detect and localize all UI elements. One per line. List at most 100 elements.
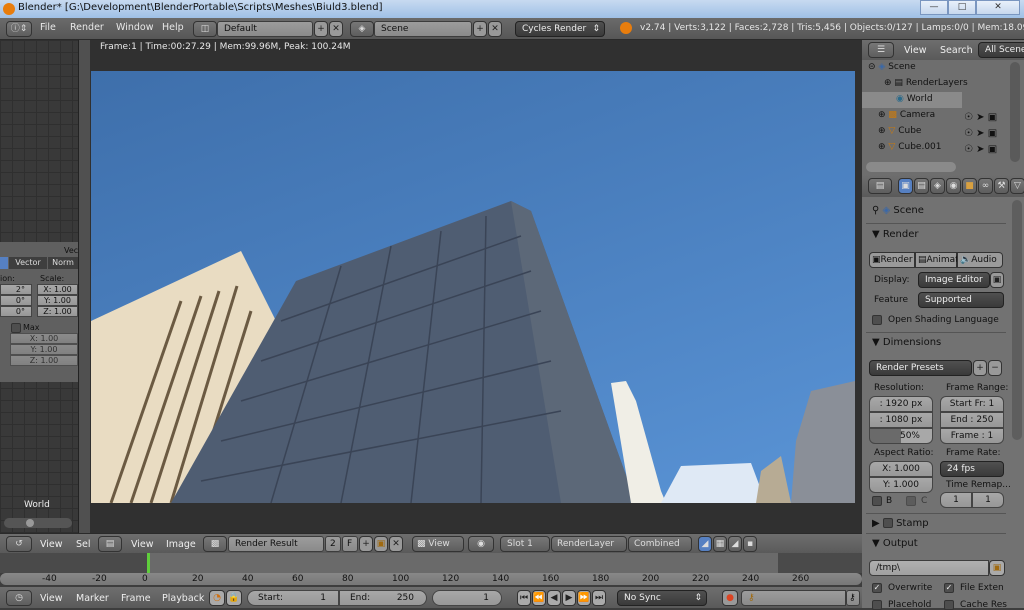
render-pass-dropdown[interactable]: Combined [628, 536, 692, 552]
node-editor-scrollbar[interactable] [78, 40, 90, 533]
draw-image-alpha-button[interactable]: ◢ [698, 536, 712, 552]
tab-data-icon[interactable]: ▽ [1010, 178, 1024, 194]
scale-z-field[interactable]: Z: 1.00 [37, 306, 78, 317]
timeline-menu-marker[interactable]: Marker [76, 593, 109, 604]
add-screen-button[interactable]: + [314, 21, 328, 37]
stamp-checkbox[interactable] [882, 518, 893, 528]
play-button[interactable]: ▶ [562, 590, 576, 606]
tab-scene-icon[interactable]: ◈ [930, 178, 945, 194]
pivot-dropdown[interactable]: ◉ [468, 536, 494, 552]
keying-set-insert-button[interactable]: ⚷ [846, 590, 860, 606]
outliner-menu-view[interactable]: View [904, 45, 927, 56]
draw-zbuffer-button[interactable]: ◢ [728, 536, 742, 552]
scene-icon-button[interactable]: ◈ [350, 21, 374, 37]
select-arrow-icon[interactable]: ➤ [976, 128, 984, 139]
max-z-field[interactable]: Z: 1.00 [10, 355, 78, 366]
select-arrow-icon[interactable]: ➤ [976, 144, 984, 155]
node-zoom-slider[interactable] [4, 518, 72, 528]
audio-button[interactable]: 🔈Audio [957, 252, 1003, 268]
start-frame-field[interactable]: Start: 1 [247, 590, 339, 606]
keying-set-field[interactable]: ⚷ [741, 590, 846, 606]
render-camera-icon[interactable]: ▣ [988, 144, 997, 155]
editor-type-info-button[interactable]: ⓘ⇕ [6, 21, 32, 37]
unlink-image-button[interactable]: ✕ [389, 536, 403, 552]
placeholders-checkbox[interactable] [872, 600, 882, 610]
play-reverse-button[interactable]: ◀ [547, 590, 561, 606]
feature-set-dropdown[interactable]: Supported [918, 292, 1004, 308]
tab-object-icon[interactable]: ■ [962, 178, 977, 194]
close-button[interactable]: ✕ [976, 0, 1020, 15]
tab-modifiers-icon[interactable]: ⚒ [994, 178, 1009, 194]
time-remap-old-field[interactable]: 1 [940, 492, 972, 508]
timeline-menu-playback[interactable]: Playback [162, 593, 204, 604]
maximize-button[interactable]: □ [948, 0, 976, 15]
timeline-scrollbar[interactable] [0, 573, 862, 585]
image-users-count[interactable]: 2 [325, 536, 341, 552]
image-name-field[interactable]: Render Result [228, 536, 324, 552]
render-button[interactable]: ▣Render [869, 252, 915, 268]
outliner-item-world[interactable]: ◉ World [896, 94, 933, 110]
add-preset-button[interactable]: + [973, 360, 987, 376]
preview-range-button[interactable]: ◔ [209, 590, 225, 606]
animation-button[interactable]: ▤Animat [915, 252, 959, 268]
jump-next-keyframe-button[interactable]: ⏩ [577, 590, 591, 606]
output-path-field[interactable]: /tmp\ [869, 560, 989, 576]
cache-result-checkbox[interactable] [944, 600, 954, 610]
border-checkbox[interactable] [872, 496, 882, 506]
outliner-type-button[interactable]: ☰ [868, 42, 894, 58]
node-tab-active[interactable] [0, 257, 8, 269]
view-mode-dropdown[interactable]: ▩ View [412, 536, 464, 552]
render-panel-header[interactable]: ▼ Render [872, 229, 919, 240]
expand-icon[interactable]: ⊕ [884, 78, 892, 88]
outliner-item-cube[interactable]: ⊕ ▽ Cube [878, 126, 921, 142]
select-arrow-icon[interactable]: ➤ [976, 112, 984, 123]
outliner-item-camera[interactable]: ⊕ ▩ Camera [878, 110, 935, 126]
scene-field[interactable]: Scene [374, 21, 472, 37]
menu-render[interactable]: Render [70, 22, 104, 33]
rotation-z-field[interactable]: 0° [0, 306, 32, 317]
rotation-x-field[interactable]: 2° [0, 284, 32, 295]
delete-screen-button[interactable]: ✕ [329, 21, 343, 37]
timeline-editor-type-button[interactable]: ◷ [6, 590, 32, 606]
jump-start-button[interactable]: ⏮ [517, 590, 531, 606]
screen-layout-icon-button[interactable]: ◫ [193, 21, 217, 37]
render-presets-dropdown[interactable]: Render Presets [869, 360, 972, 376]
visibility-eye-icon[interactable]: ☉ [964, 144, 973, 155]
properties-type-button[interactable]: ▤ [868, 178, 892, 194]
frame-end-field[interactable]: End : 250 [940, 412, 1004, 428]
image-editor-type-button[interactable]: ▤ [98, 536, 122, 552]
image-menu-view[interactable]: View [131, 539, 154, 550]
scale-x-field[interactable]: X: 1.00 [37, 284, 78, 295]
node-zoom-slider-handle[interactable] [26, 519, 34, 527]
browse-output-button[interactable]: ▣ [989, 560, 1005, 576]
aspect-x-field[interactable]: X: 1.000 [869, 461, 933, 477]
draw-checker-button[interactable]: ▦ [713, 536, 727, 552]
screen-layout-field[interactable]: Default [217, 21, 313, 37]
properties-scrollbar[interactable] [1012, 200, 1022, 440]
end-frame-field[interactable]: End: 250 [339, 590, 427, 606]
frame-rate-dropdown[interactable]: 24 fps [940, 461, 1004, 477]
timeline-menu-view[interactable]: View [40, 593, 63, 604]
pin-icon[interactable]: ⚲ [872, 205, 879, 216]
crop-checkbox[interactable] [906, 496, 916, 506]
lock-range-button[interactable]: 🔒 [226, 590, 242, 606]
osl-checkbox[interactable] [872, 315, 882, 325]
file-extensions-checkbox[interactable]: ✓ [944, 583, 954, 593]
menu-file[interactable]: File [40, 22, 56, 33]
current-frame-marker[interactable] [147, 553, 150, 573]
fake-user-button[interactable]: F [342, 536, 358, 552]
add-scene-button[interactable]: + [473, 21, 487, 37]
outliner-item-renderlayers[interactable]: ⊕ ▤ RenderLayers [884, 78, 968, 94]
tab-vector[interactable]: Vector [9, 257, 47, 269]
render-engine-dropdown[interactable]: Cycles Render ⇕ [515, 21, 605, 37]
node-menu-select[interactable]: Sel [76, 539, 90, 550]
outliner-display-dropdown[interactable]: All Scenes [978, 42, 1024, 58]
tab-normal[interactable]: Norm [48, 257, 78, 269]
outliner-item-scene[interactable]: ⊝ ◈ Scene [868, 62, 916, 78]
frame-start-field[interactable]: Start Fr: 1 [940, 396, 1004, 412]
max-x-field[interactable]: X: 1.00 [10, 333, 78, 344]
scale-y-field[interactable]: Y: 1.00 [37, 295, 78, 306]
slot-dropdown[interactable]: Slot 1 [500, 536, 550, 552]
frame-step-field[interactable]: Frame : 1 [940, 428, 1004, 444]
node-menu-view[interactable]: View [40, 539, 63, 550]
